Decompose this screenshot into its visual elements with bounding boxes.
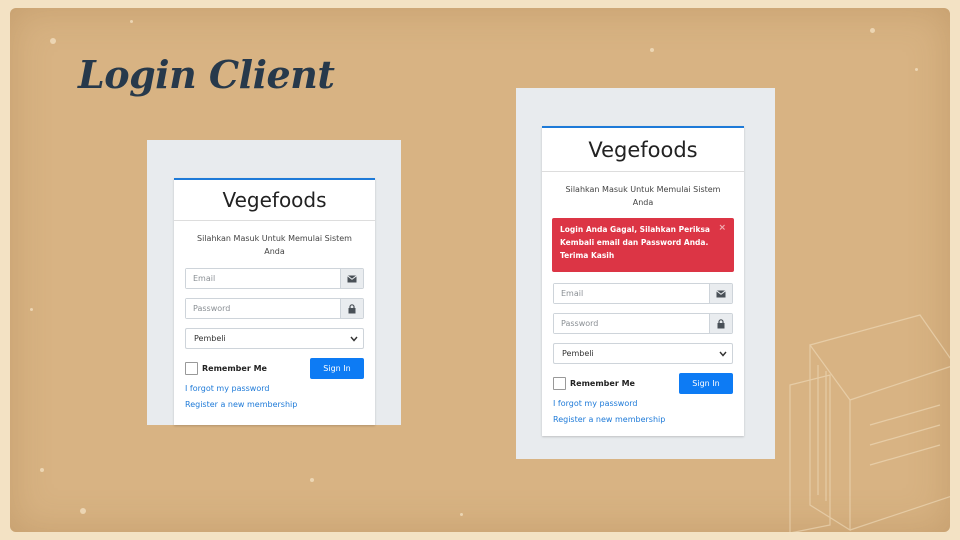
forgot-password-link[interactable]: I forgot my password — [185, 381, 364, 397]
chevron-down-icon — [719, 351, 727, 357]
login-card: Vegefoods Silahkan Masuk Untuk Memulai S… — [542, 126, 744, 436]
remember-me-label: Remember Me — [570, 379, 635, 388]
register-membership-link[interactable]: Register a new membership — [185, 397, 364, 413]
remember-signin-row: Remember Me Sign In — [185, 358, 364, 379]
lock-icon — [340, 299, 363, 318]
login-card: Vegefoods Silahkan Masuk Untuk Memulai S… — [174, 178, 375, 425]
forgot-password-link[interactable]: I forgot my password — [553, 396, 733, 412]
login-screenshot-error: Vegefoods Silahkan Masuk Untuk Memulai S… — [516, 88, 775, 459]
remember-me-label: Remember Me — [202, 364, 267, 373]
role-select-value: Pembeli — [562, 349, 594, 358]
email-input-group — [185, 268, 364, 289]
brand-title: Vegefoods — [174, 180, 375, 221]
checkbox-box[interactable] — [185, 362, 198, 375]
envelope-icon — [340, 269, 363, 288]
chevron-down-icon — [350, 336, 358, 342]
password-input[interactable] — [554, 314, 709, 333]
envelope-icon — [709, 284, 732, 303]
password-input-group — [185, 298, 364, 319]
register-membership-link[interactable]: Register a new membership — [553, 412, 733, 428]
checkbox-box[interactable] — [553, 377, 566, 390]
password-input-group — [553, 313, 733, 334]
slide-title: Login Client — [78, 52, 335, 97]
book-sketch-decoration — [789, 314, 956, 534]
sign-in-button[interactable]: Sign In — [310, 358, 364, 379]
remember-me-checkbox[interactable]: Remember Me — [185, 362, 267, 375]
email-input[interactable] — [186, 269, 340, 288]
email-input-group — [553, 283, 733, 304]
remember-me-checkbox[interactable]: Remember Me — [553, 377, 635, 390]
brand-title: Vegefoods — [542, 128, 744, 172]
login-failed-alert: Login Anda Gagal, Silahkan Periksa Kemba… — [552, 218, 734, 272]
sign-in-button[interactable]: Sign In — [679, 373, 733, 394]
email-input[interactable] — [554, 284, 709, 303]
alert-text: Login Anda Gagal, Silahkan Periksa Kemba… — [560, 225, 710, 260]
lock-icon — [709, 314, 732, 333]
role-select[interactable]: Pembeli — [553, 343, 733, 364]
role-select-value: Pembeli — [194, 334, 226, 343]
close-icon[interactable]: × — [718, 222, 726, 235]
role-select[interactable]: Pembeli — [185, 328, 364, 349]
login-screenshot-normal: Vegefoods Silahkan Masuk Untuk Memulai S… — [147, 140, 401, 425]
login-message: Silahkan Masuk Untuk Memulai Sistem Anda — [197, 234, 352, 256]
login-message: Silahkan Masuk Untuk Memulai Sistem Anda — [565, 185, 721, 207]
password-input[interactable] — [186, 299, 340, 318]
remember-signin-row: Remember Me Sign In — [553, 373, 733, 394]
